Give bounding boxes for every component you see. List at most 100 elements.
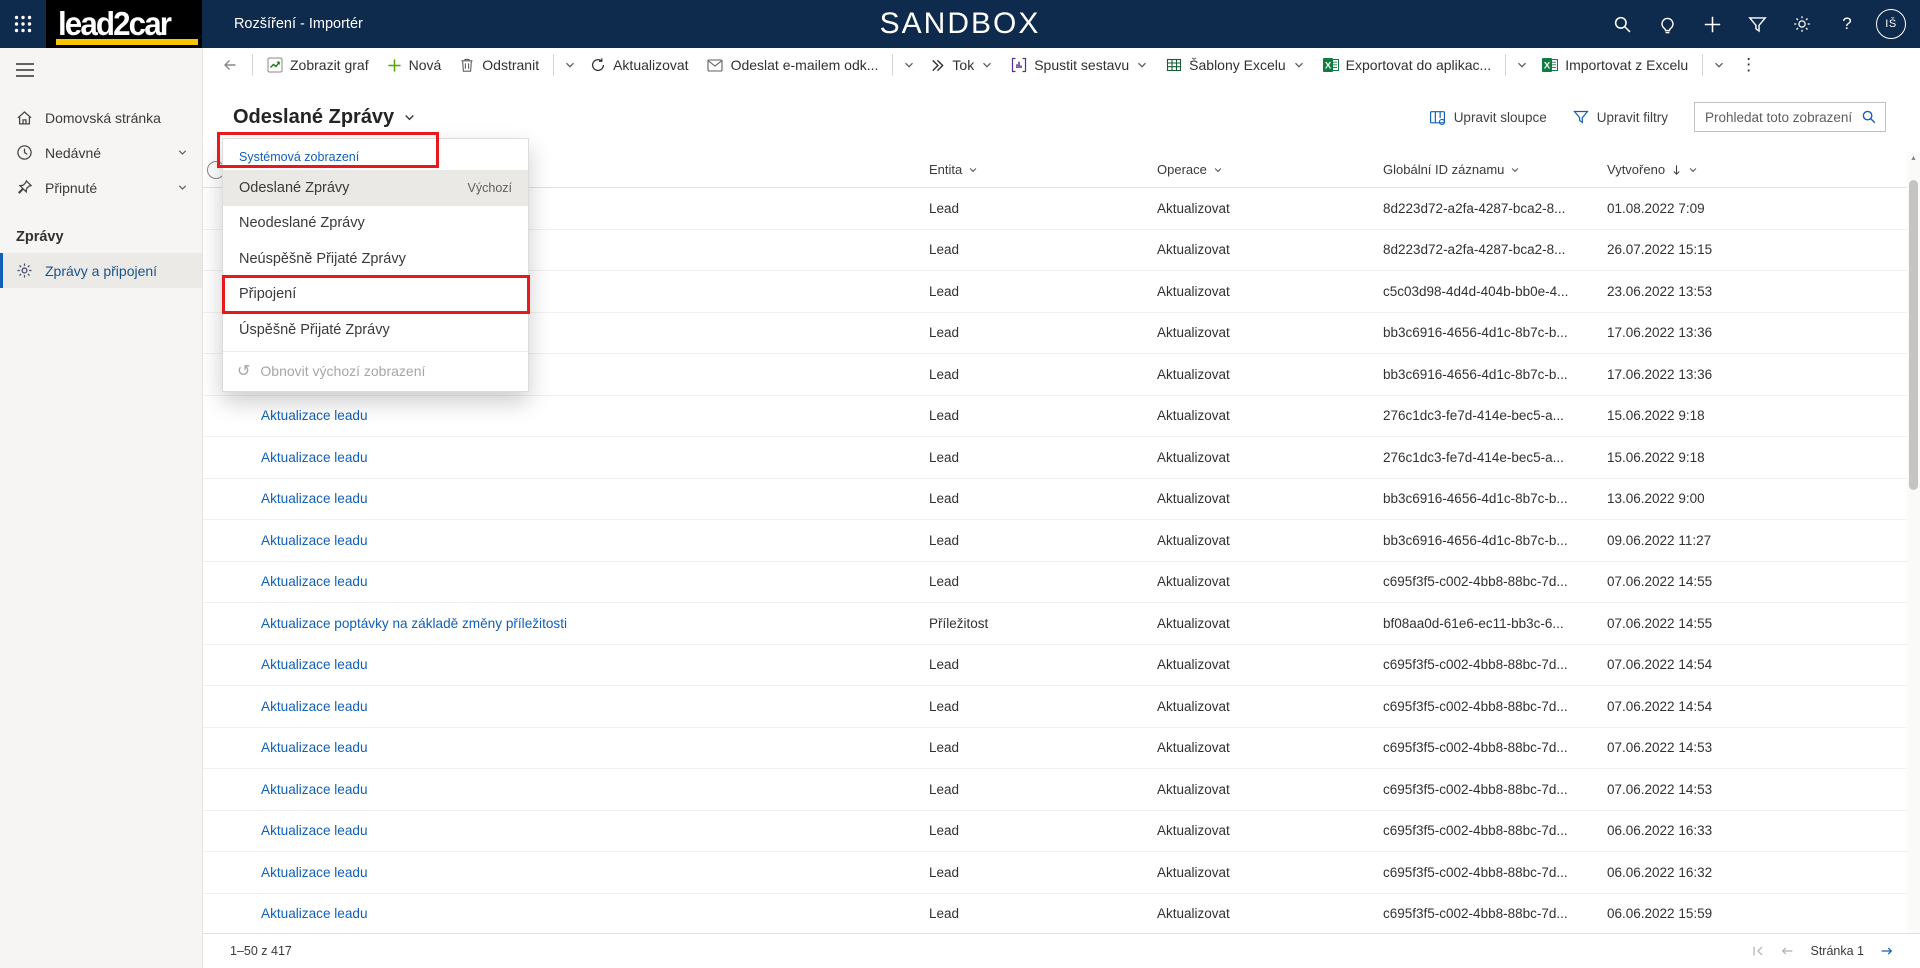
back-button[interactable] [213,50,247,80]
refresh-button[interactable]: Aktualizovat [581,50,697,80]
column-header-record-id[interactable]: Globální ID záznamu [1383,162,1607,177]
import-more-chevron[interactable] [1708,50,1730,80]
app-logo[interactable]: lead2car [46,0,202,48]
table-row[interactable]: Aktualizace leadu Lead Aktualizovat c695… [203,562,1907,604]
user-avatar[interactable]: IŠ [1876,9,1906,39]
table-row[interactable]: Aktualizace leadu Lead Aktualizovat 276c… [203,437,1907,479]
undo-icon: ↺ [237,361,250,380]
excel-templates-button[interactable]: Šablony Excelu [1157,50,1314,80]
view-selector[interactable]: Odeslané Zprávy [233,106,416,129]
sidebar-item-messages-connections[interactable]: Zprávy a připojení [0,253,202,288]
row-entity: Lead [929,242,1157,257]
area-switcher[interactable]: Rozšíření - Importér [234,16,363,32]
email-more-chevron[interactable] [898,50,920,80]
dropdown-item-unsent-messages[interactable]: Neodeslané Zprávy [223,206,528,242]
next-page-button[interactable] [1879,944,1894,958]
table-row[interactable]: Aktualizace leadu Lead Aktualizovat c695… [203,728,1907,770]
table-row[interactable]: Aktualizace leadu Lead Aktualizovat bb3c… [203,479,1907,521]
row-created: 15.06.2022 9:18 [1607,450,1907,465]
row-name-link[interactable]: Aktualizace leadu [261,491,368,506]
run-report-button[interactable]: Spustit sestavu [1002,50,1157,80]
edit-filters-button[interactable]: Upravit filtry [1573,109,1668,125]
column-header-created[interactable]: Vytvořeno [1607,162,1907,177]
row-name-link[interactable]: Aktualizace leadu [261,699,368,714]
table-row[interactable]: Aktualizace leadu Lead Aktualizovat c695… [203,811,1907,853]
table-row[interactable]: Aktualizace leadu Lead Aktualizovat c695… [203,769,1907,811]
plus-icon[interactable] [1696,8,1728,40]
first-page-icon [1751,944,1765,958]
row-name-link[interactable]: Aktualizace leadu [261,740,368,755]
lightbulb-icon[interactable] [1651,8,1683,40]
sidebar-collapse-button[interactable] [0,48,202,92]
scrollbar-thumb[interactable] [1909,180,1918,490]
reset-default-view-button[interactable]: ↺ Obnovit výchozí zobrazení [223,355,528,387]
dropdown-section-header: Systémová zobrazení [223,139,528,170]
sidebar-item-label: Domovská stránka [45,110,161,126]
filter-icon[interactable] [1741,8,1773,40]
vertical-scrollbar[interactable]: ▲ [1907,152,1920,933]
scroll-up-arrow[interactable]: ▲ [1907,152,1920,162]
dropdown-item-failed-received-messages[interactable]: Neúspěšně Přijaté Zprávy [223,241,528,277]
command-overflow-icon[interactable]: ⋮ [1730,55,1767,75]
help-icon[interactable]: ? [1831,8,1863,40]
table-row[interactable]: Aktualizace leadu Lead Aktualizovat c695… [203,686,1907,728]
view-title-label: Odeslané Zprávy [233,106,394,129]
row-record-id: 276c1dc3-fe7d-414e-bec5-a... [1383,408,1607,423]
row-name-link[interactable]: Aktualizace leadu [261,657,368,672]
view-search-box[interactable] [1694,102,1886,132]
row-name-link[interactable]: Aktualizace leadu [261,533,368,548]
delete-more-chevron[interactable] [559,50,581,80]
sidebar-item-recent[interactable]: Nedávné [0,135,202,170]
email-link-button[interactable]: Odeslat e-mailem odk... [698,50,888,80]
table-row[interactable]: Aktualizace leadu Lead Aktualizovat bb3c… [203,520,1907,562]
row-operation: Aktualizovat [1157,574,1383,589]
dropdown-item-connections[interactable]: Připojení [223,277,528,313]
search-icon[interactable] [1606,8,1638,40]
previous-page-button[interactable] [1780,944,1795,958]
table-row[interactable]: Aktualizace leadu Lead Aktualizovat c695… [203,645,1907,687]
sidebar-item-home[interactable]: Domovská stránka [0,100,202,135]
row-record-id: 8d223d72-a2fa-4287-bca2-8... [1383,201,1607,216]
settings-gear-icon[interactable] [1786,8,1818,40]
row-name-link[interactable]: Aktualizace leadu [261,906,368,921]
column-header-entity[interactable]: Entita [929,162,1157,177]
row-name-link[interactable]: Aktualizace leadu [261,782,368,797]
import-excel-button[interactable]: X Importovat z Excelu [1533,50,1697,80]
chevron-down-icon [1293,59,1305,71]
edit-columns-button[interactable]: Upravit sloupce [1429,109,1547,126]
waffle-menu-icon[interactable] [0,0,46,48]
row-name-link[interactable]: Aktualizace leadu [261,408,368,423]
new-button[interactable]: Nová [378,50,451,80]
delete-button[interactable]: Odstranit [450,50,548,80]
row-name-link[interactable]: Aktualizace leadu [261,574,368,589]
page-label: Stránka 1 [1810,944,1864,958]
dropdown-item-sent-messages[interactable]: Odeslané Zprávy Výchozí [223,170,528,206]
column-header-operation[interactable]: Operace [1157,162,1383,177]
app-logo-text: lead2car [58,5,170,43]
row-record-id: bb3c6916-4656-4d1c-8b7c-b... [1383,533,1607,548]
show-chart-button[interactable]: Zobrazit graf [258,50,378,80]
divider [223,351,528,352]
table-row[interactable]: Aktualizace leadu Lead Aktualizovat 276c… [203,396,1907,438]
sitemap-sidebar: Domovská stránka Nedávné Připnuté Zprávy… [0,48,203,968]
export-more-chevron[interactable] [1511,50,1533,80]
first-page-button[interactable] [1751,944,1765,958]
grid-controls: Upravit sloupce Upravit filtry [1429,102,1920,132]
row-created: 07.06.2022 14:55 [1607,616,1907,631]
sidebar-item-pinned[interactable]: Připnuté [0,170,202,205]
row-name-link[interactable]: Aktualizace leadu [261,823,368,838]
export-excel-button[interactable]: X Exportovat do aplikac... [1314,50,1501,80]
table-row[interactable]: Aktualizace leadu Lead Aktualizovat c695… [203,894,1907,934]
view-search-input[interactable] [1705,110,1861,125]
row-created: 09.06.2022 11:27 [1607,533,1907,548]
row-record-id: c695f3f5-c002-4bb8-88bc-7d... [1383,740,1607,755]
row-created: 06.06.2022 15:59 [1607,906,1907,921]
row-name-link[interactable]: Aktualizace poptávky na základě změny př… [261,616,567,631]
row-name-link[interactable]: Aktualizace leadu [261,450,368,465]
dropdown-item-successful-received-messages[interactable]: Úspěšně Přijaté Zprávy [223,312,528,348]
table-row[interactable]: Aktualizace leadu Lead Aktualizovat c695… [203,852,1907,894]
row-name-link[interactable]: Aktualizace leadu [261,865,368,880]
flow-button[interactable]: Tok [920,50,1002,80]
table-row[interactable]: Aktualizace poptávky na základě změny př… [203,603,1907,645]
row-entity: Lead [929,574,1157,589]
